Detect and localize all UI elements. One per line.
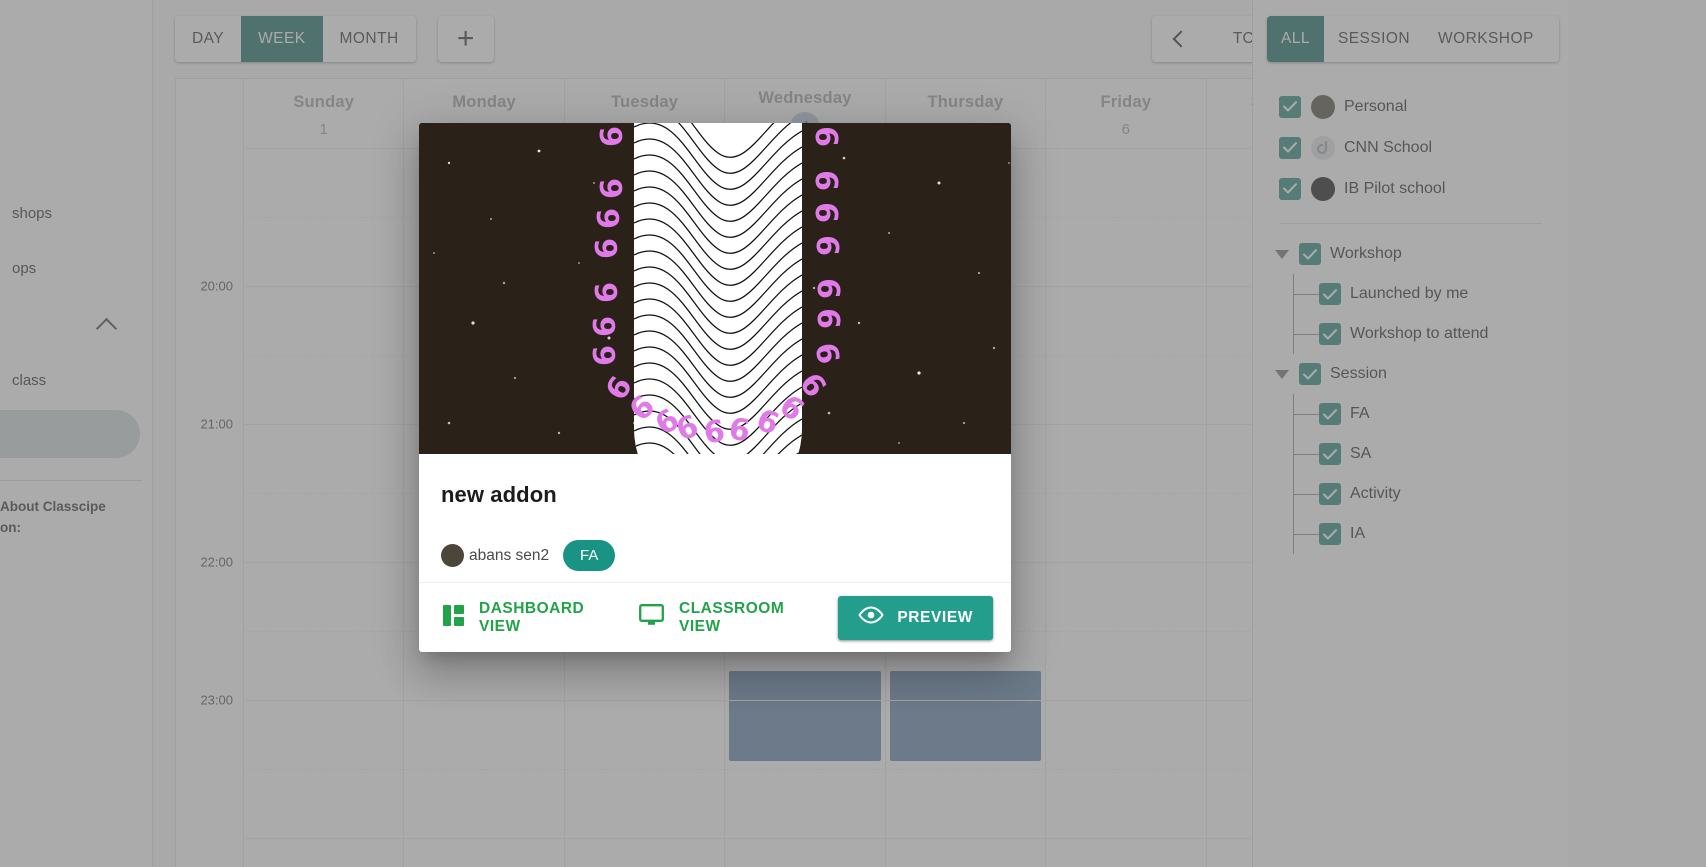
decorative-six: 6 [807, 202, 843, 223]
decorative-six: 6 [594, 125, 631, 148]
author-name: abans sen2 [469, 546, 550, 564]
modal-title: new addon [441, 482, 557, 507]
monitor-icon [639, 604, 664, 631]
preview-button[interactable]: PREVIEW [838, 595, 993, 640]
decorative-six: 6 [809, 308, 845, 329]
preview-label: PREVIEW [897, 608, 973, 626]
decorative-six: 6 [587, 315, 624, 338]
hero-white-shape [634, 123, 802, 454]
decorative-six: 6 [587, 344, 624, 367]
decorative-six: 6 [809, 278, 845, 299]
eye-icon [858, 606, 884, 629]
decorative-six: 6 [807, 170, 843, 191]
dashboard-icon [443, 604, 464, 631]
decorative-six: 6 [807, 126, 843, 147]
modal-action-bar: DASHBOARD VIEW CLASSROOM VIEW PREVIEW [419, 582, 1011, 652]
author-avatar [441, 544, 464, 567]
modal-author-row: abans sen2 FA [441, 540, 989, 571]
app-root: shops ops class About Classcipe on: DAY … [0, 0, 1706, 867]
decorative-six: 6 [589, 237, 626, 260]
type-badge: FA [563, 540, 616, 571]
dashboard-view-label: DASHBOARD VIEW [479, 599, 585, 635]
decorative-six: 6 [591, 207, 628, 230]
decorative-six: 6 [589, 281, 626, 304]
dashboard-view-button[interactable]: DASHBOARD VIEW [443, 600, 599, 636]
decorative-six: 6 [594, 177, 631, 200]
addon-detail-modal: 6 6 6 6 6 6 6 6 6 6 6 6 6 6 6 6 6 6 6 6 … [419, 123, 1011, 652]
modal-body: new addon abans sen2 FA [419, 454, 1011, 582]
classroom-view-button[interactable]: CLASSROOM VIEW [639, 600, 798, 636]
contour-lines-icon [634, 123, 802, 454]
classroom-view-label: CLASSROOM VIEW [679, 599, 785, 635]
decorative-six: 6 [808, 235, 844, 256]
modal-hero-image: 6 6 6 6 6 6 6 6 6 6 6 6 6 6 6 6 6 6 6 6 … [419, 123, 1011, 454]
